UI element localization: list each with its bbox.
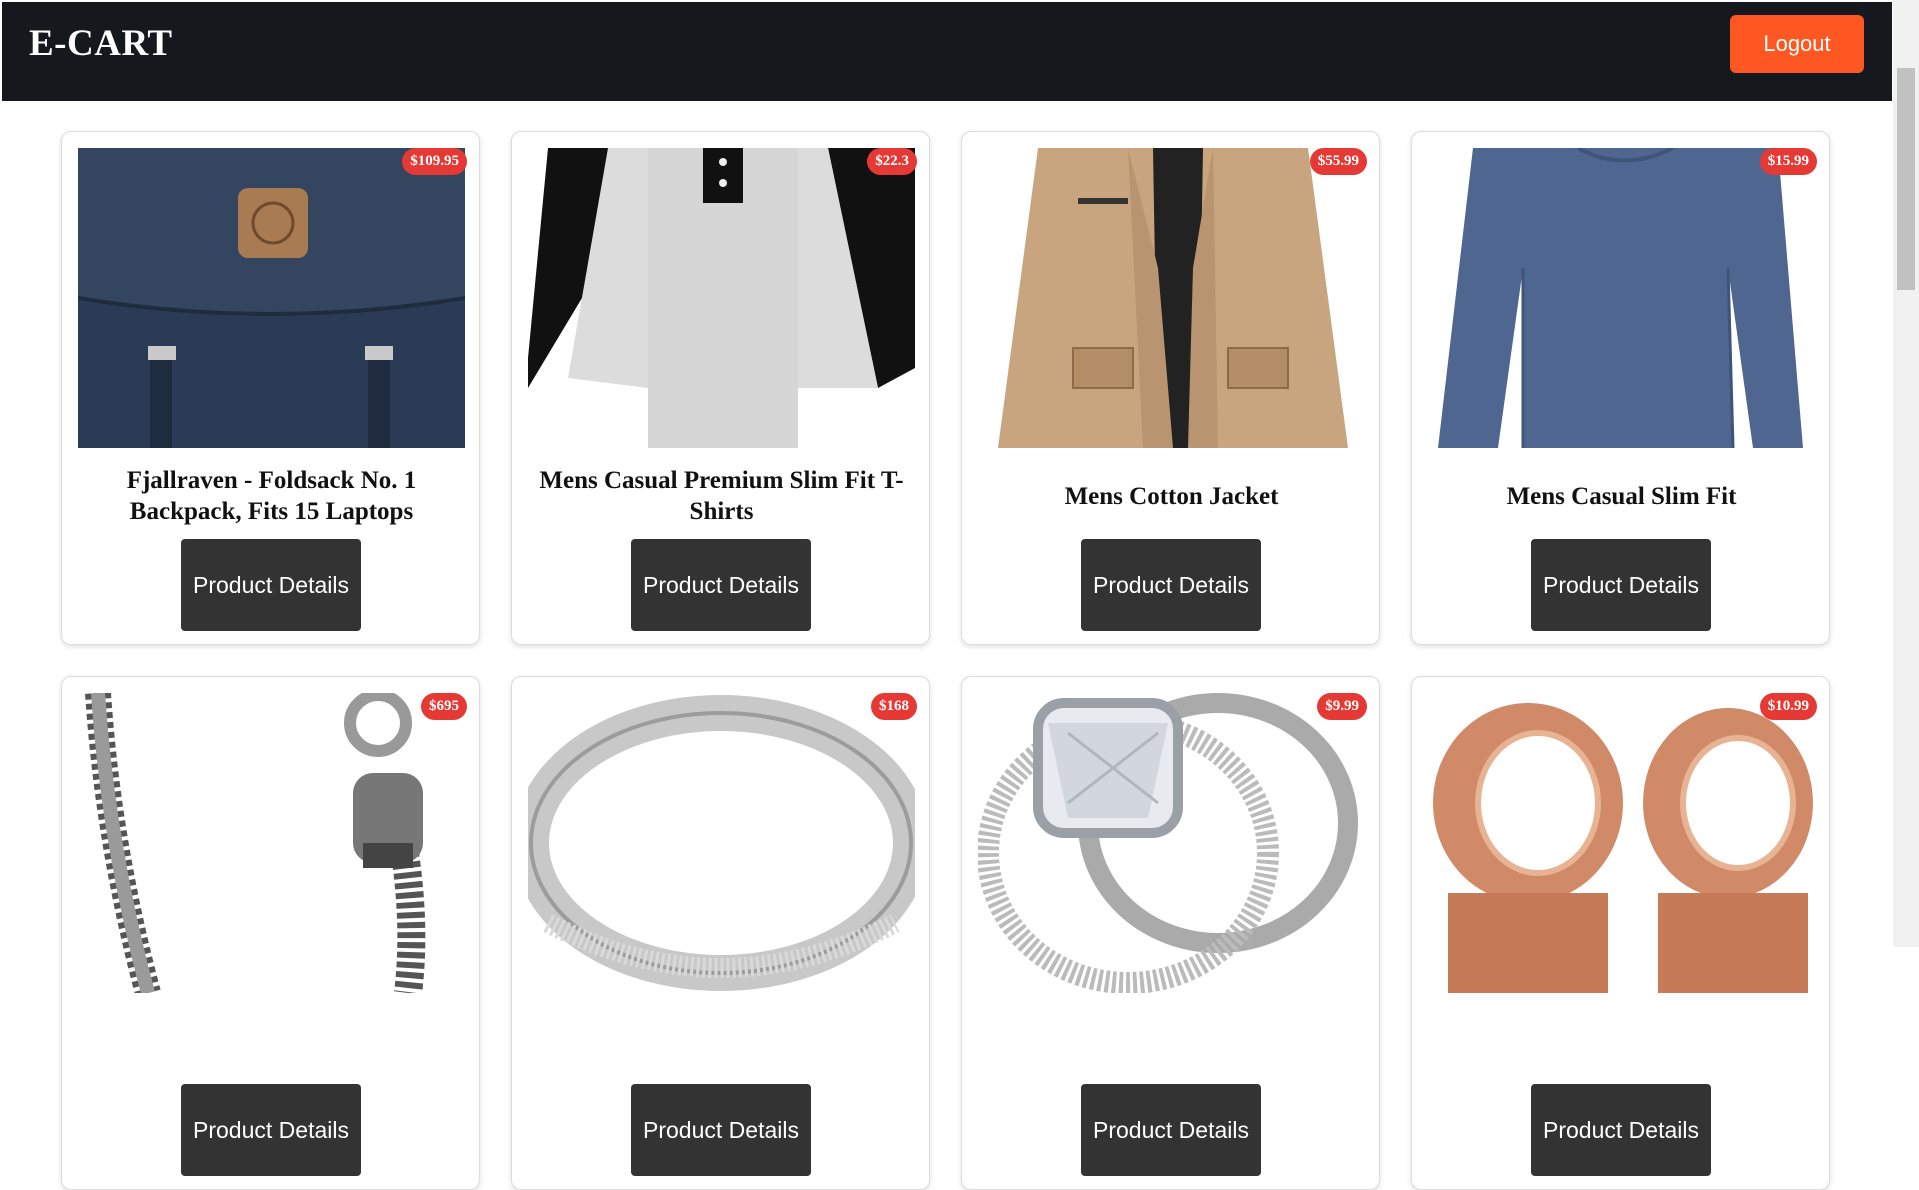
product-title: Fjallraven - Foldsack No. 1 Backpack, Fi… xyxy=(126,467,417,525)
price-badge: $22.3 xyxy=(867,148,917,175)
product-card: $109.95 Fjallraven - Foldsack No. 1 Back… xyxy=(61,131,480,645)
product-image xyxy=(78,693,465,993)
scrollbar-thumb[interactable] xyxy=(1897,68,1915,290)
price-badge: $168 xyxy=(871,693,917,720)
product-title xyxy=(1432,1005,1811,1077)
product-details-button[interactable]: Product Details xyxy=(181,1084,361,1176)
product-details-button[interactable]: Product Details xyxy=(1081,539,1261,631)
product-title xyxy=(982,1005,1361,1077)
price-badge: $10.99 xyxy=(1759,693,1817,720)
product-card: $10.99 Product Details xyxy=(1411,676,1830,1190)
top-navbar: E-CART Logout xyxy=(2,2,1892,101)
product-details-button[interactable]: Product Details xyxy=(631,539,811,631)
product-details-button[interactable]: Product Details xyxy=(1531,1084,1711,1176)
price-badge: $55.99 xyxy=(1309,148,1367,175)
brand-logo[interactable]: E-CART xyxy=(29,22,173,65)
product-card: $15.99 Mens Casual Slim Fit Product Deta… xyxy=(1411,131,1830,645)
price-badge: $15.99 xyxy=(1759,148,1817,175)
product-details-button[interactable]: Product Details xyxy=(631,1084,811,1176)
product-image xyxy=(528,693,915,993)
product-title: Mens Casual Premium Slim Fit T-Shirts xyxy=(539,467,904,525)
price-badge: $109.95 xyxy=(402,148,467,175)
product-image xyxy=(978,148,1365,448)
product-image xyxy=(978,693,1365,993)
product-image xyxy=(528,148,915,448)
product-card: $22.3 Mens Casual Premium Slim Fit T-Shi… xyxy=(511,131,930,645)
product-grid: $109.95 Fjallraven - Foldsack No. 1 Back… xyxy=(61,131,1830,1190)
product-title xyxy=(82,1005,461,1077)
product-image xyxy=(78,148,465,448)
product-card: $9.99 Product Details xyxy=(961,676,1380,1190)
product-card: $695 Product Details xyxy=(61,676,480,1190)
product-details-button[interactable]: Product Details xyxy=(1081,1084,1261,1176)
product-title: Mens Cotton Jacket xyxy=(1064,482,1279,510)
product-details-button[interactable]: Product Details xyxy=(1531,539,1711,631)
price-badge: $695 xyxy=(421,693,467,720)
product-title xyxy=(532,1005,911,1077)
product-card: $55.99 Mens Cotton Jacket Product Detail… xyxy=(961,131,1380,645)
product-card: $168 Product Details xyxy=(511,676,930,1190)
logout-button[interactable]: Logout xyxy=(1730,15,1864,73)
price-badge: $9.99 xyxy=(1317,693,1367,720)
product-image xyxy=(1428,693,1815,993)
product-title: Mens Casual Slim Fit xyxy=(1506,482,1737,510)
product-details-button[interactable]: Product Details xyxy=(181,539,361,631)
product-image xyxy=(1428,148,1815,448)
